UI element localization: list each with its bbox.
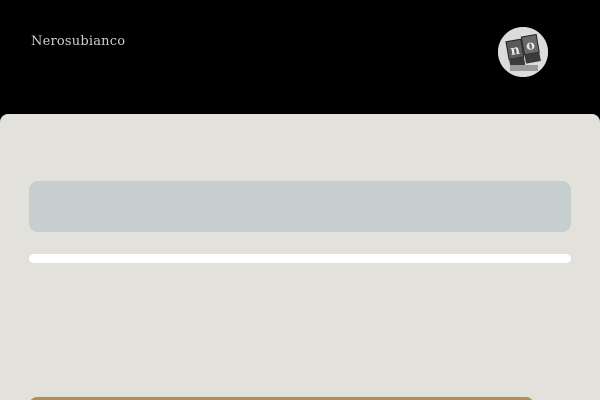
progress-bar bbox=[29, 254, 571, 263]
search-input[interactable] bbox=[29, 181, 571, 232]
top-bar: Nerosubianco n o bbox=[0, 0, 600, 114]
profile-avatar[interactable]: n o bbox=[498, 27, 548, 77]
profile-photo-typeface-icon: n o bbox=[498, 27, 548, 77]
brand-title[interactable]: Nerosubianco bbox=[31, 34, 125, 50]
main-panel bbox=[0, 114, 600, 400]
progress-fill bbox=[29, 254, 571, 263]
